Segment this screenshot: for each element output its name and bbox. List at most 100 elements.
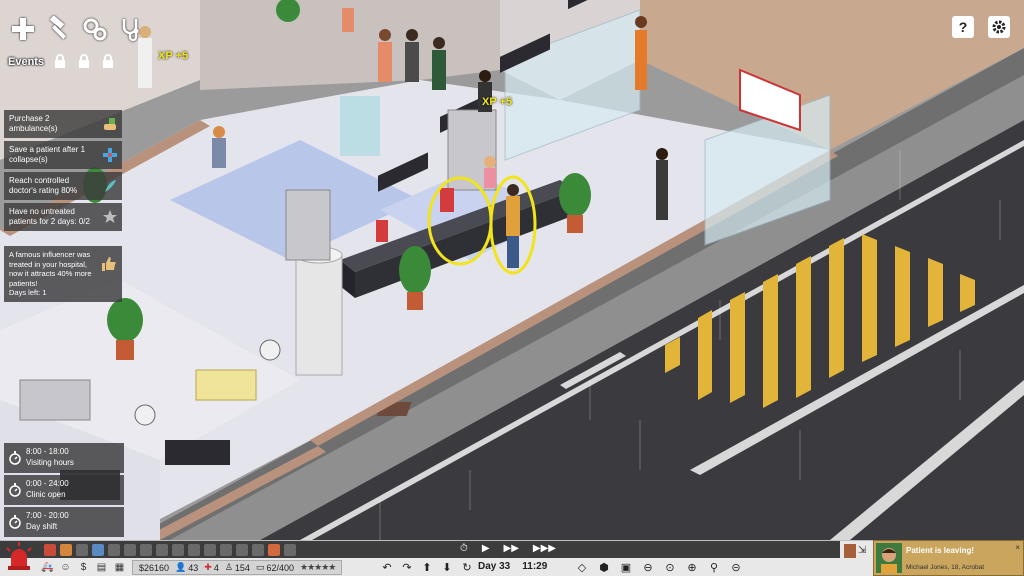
objective-item[interactable]: Reach controlled doctor's rating 80% xyxy=(4,172,122,200)
hand-money-icon xyxy=(104,118,116,130)
schedule-item[interactable]: 7:00 - 20:00 Day shift xyxy=(4,507,124,537)
patient-avatar xyxy=(876,543,902,573)
events-label: Events xyxy=(8,56,45,68)
view-tools: ◇ ⬢ ▣ ⊖ ⊙ ⊕ ⚲ ⊝ xyxy=(575,560,743,574)
floor-down-icon[interactable]: ⬇ xyxy=(440,560,454,574)
settings-button[interactable] xyxy=(988,16,1010,38)
stethoscope-icon xyxy=(122,19,139,42)
management-button[interactable] xyxy=(80,14,110,44)
overlay-categories xyxy=(44,544,296,556)
expand-icon[interactable]: ⇲ xyxy=(858,545,866,556)
fastest-button[interactable]: ▶▶▶ xyxy=(533,543,556,554)
objective-text: Purchase 2 ambulance(s) xyxy=(9,114,58,133)
bottom-bar: 🚑 ☺ $ ▤ ▦ $26160 👤 43 ✚ 4 ♙ 154 ▭ 62/400 ★★★… xyxy=(0,540,1024,576)
objective-item[interactable]: Purchase 2 ambulance(s) xyxy=(4,110,122,138)
schedule-time: 8:00 - 18:00 xyxy=(26,447,69,456)
camera-controls: ↶ ↷ ⬆ ⬇ ↻ xyxy=(380,560,474,574)
zoom-reset-icon[interactable]: ⊙ xyxy=(663,560,677,574)
overlay-icon[interactable] xyxy=(108,544,120,556)
schedule-time: 7:00 - 20:00 xyxy=(26,511,69,520)
lock-icon xyxy=(103,54,113,68)
hospital-stats[interactable]: $26160 👤 43 ✚ 4 ♙ 154 ▭ 62/400 ★★★★★ xyxy=(132,560,343,575)
time-label: 11:29 xyxy=(522,561,548,572)
schedule-label: Clinic open xyxy=(26,490,66,499)
search-icon[interactable]: ⚲ xyxy=(707,560,721,574)
play-button[interactable]: ▶ xyxy=(482,543,490,554)
schedule-time: 0:00 - 24:00 xyxy=(26,479,69,488)
staff-list-icon[interactable]: ☺ xyxy=(58,560,73,575)
overlay-icon[interactable] xyxy=(156,544,168,556)
help-button[interactable]: ? xyxy=(952,16,974,38)
reports-icon[interactable]: ▤ xyxy=(94,560,109,575)
patient-icon: ♙ xyxy=(224,562,233,572)
plus-icon xyxy=(12,18,34,40)
person-avatar-icon[interactable] xyxy=(844,544,856,558)
tools-button[interactable] xyxy=(44,14,74,44)
overlay-icon[interactable] xyxy=(140,544,152,556)
emergency-alarm-icon[interactable] xyxy=(4,542,34,572)
overlay-icon[interactable] xyxy=(220,544,232,556)
pause-timer-icon[interactable]: ⏱ xyxy=(460,543,468,554)
rotate-right-icon[interactable]: ↷ xyxy=(400,560,414,574)
overlay-icon[interactable] xyxy=(44,544,56,556)
ambulance-icon[interactable]: 🚑 xyxy=(40,560,55,575)
toast-title: Patient is leaving! xyxy=(906,546,975,555)
influencer-event[interactable]: A famous influencer was treated in your … xyxy=(4,246,122,302)
schedule-item[interactable]: 0:00 - 24:00 Clinic open xyxy=(4,475,124,505)
schedule-panel: 8:00 - 18:00 Visiting hours 0:00 - 24:00… xyxy=(4,443,124,539)
objective-text: Have no untreated patients for 2 days: 0… xyxy=(9,207,90,226)
overlay-icon[interactable] xyxy=(172,544,184,556)
gears-icon xyxy=(83,18,107,41)
gear-icon xyxy=(992,20,1006,34)
rotate-view-icon[interactable]: ↻ xyxy=(460,560,474,574)
overlay-icon[interactable] xyxy=(268,544,280,556)
main-toolbar xyxy=(8,14,146,44)
speed-controls: ⏱ ▶ ▶▶ ▶▶▶ xyxy=(460,543,556,554)
patient-face-icon xyxy=(876,543,902,573)
zoom-in-icon[interactable]: ⊕ xyxy=(685,560,699,574)
overlay-icon[interactable] xyxy=(204,544,216,556)
game-world[interactable] xyxy=(0,0,1024,540)
minimize-icon[interactable]: ⊝ xyxy=(729,560,743,574)
overlay-icon[interactable] xyxy=(284,544,296,556)
overlay-icon[interactable] xyxy=(60,544,72,556)
floor-up-icon[interactable]: ⬆ xyxy=(420,560,434,574)
overlay-icon[interactable] xyxy=(92,544,104,556)
fast-forward-button[interactable]: ▶▶ xyxy=(504,543,519,554)
overlay-icon[interactable] xyxy=(252,544,264,556)
overlay-icon[interactable] xyxy=(236,544,248,556)
staff-button[interactable] xyxy=(116,14,146,44)
money-stat: $26160 xyxy=(139,562,170,573)
layer-icon[interactable]: ◇ xyxy=(575,560,589,574)
schedule-item[interactable]: 8:00 - 18:00 Visiting hours xyxy=(4,443,124,473)
build-button[interactable] xyxy=(8,14,38,44)
objective-text: Save a patient after 1 collapse(s) xyxy=(9,145,86,164)
rotate-left-icon[interactable]: ↶ xyxy=(380,560,394,574)
xp-popup: XP +5 xyxy=(158,50,189,62)
overlay-icon[interactable] xyxy=(188,544,200,556)
feather-icon xyxy=(105,180,116,192)
stopwatch-icon xyxy=(9,483,21,497)
date-time: Day 33 11:29 xyxy=(478,561,547,572)
policies-icon[interactable]: ▦ xyxy=(112,560,127,575)
overlay-icon[interactable] xyxy=(124,544,136,556)
objectives-panel: Purchase 2 ambulance(s) Save a patient a… xyxy=(4,110,122,234)
star-icon xyxy=(103,210,117,223)
thumbs-up-icon xyxy=(102,257,116,271)
management-shortcuts: 🚑 ☺ $ ▤ ▦ xyxy=(40,560,127,575)
roof-icon[interactable]: ▣ xyxy=(619,560,633,574)
medical-cross-icon xyxy=(103,148,117,162)
day-label: Day 33 xyxy=(478,561,511,572)
close-icon[interactable]: × xyxy=(1015,543,1020,552)
hospital-scene xyxy=(0,0,1024,540)
overlay-icon[interactable] xyxy=(76,544,88,556)
objective-item[interactable]: Have no untreated patients for 2 days: 0… xyxy=(4,203,122,231)
zoom-out-icon[interactable]: ⊖ xyxy=(641,560,655,574)
schedule-label: Visiting hours xyxy=(26,458,74,467)
objective-text: Reach controlled doctor's rating 80% xyxy=(9,176,78,195)
patient-leaving-notification[interactable]: Patient is leaving! Michael Jones, 18, A… xyxy=(873,540,1024,576)
finance-icon[interactable]: $ xyxy=(76,560,91,575)
objective-item[interactable]: Save a patient after 1 collapse(s) xyxy=(4,141,122,169)
influencer-days-left: Days left: 1 xyxy=(9,288,47,297)
walls-icon[interactable]: ⬢ xyxy=(597,560,611,574)
